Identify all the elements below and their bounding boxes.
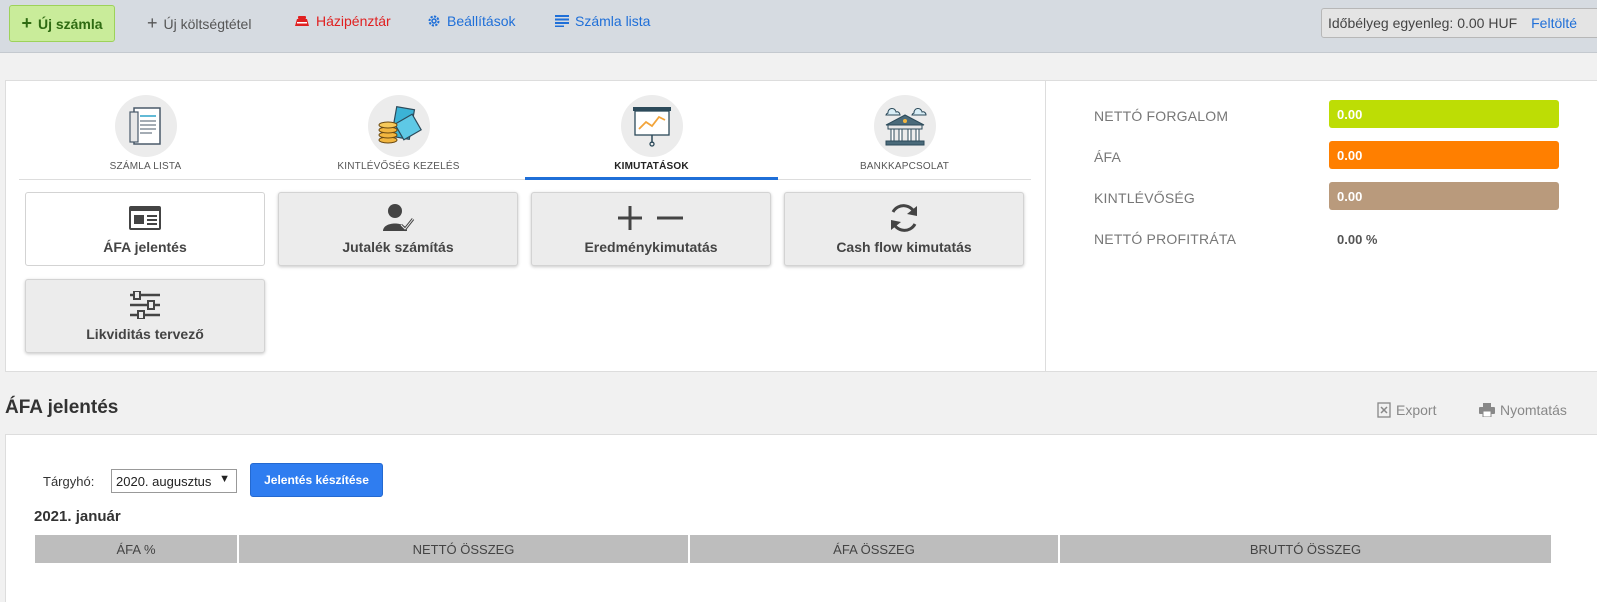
list-icon [555,15,569,27]
settings-label: Beállítások [447,13,516,29]
dashboard-card: SZÁMLA LISTA KINTLÉVŐSÉG KEZELÉS KIMUTAT… [5,80,1597,372]
report-period-title: 2021. január [34,508,121,525]
income-statement-tile[interactable]: Eredménykimutatás [531,192,771,266]
cash-flow-tile[interactable]: Cash flow kimutatás [784,192,1024,266]
module-tabs: SZÁMLA LISTA KINTLÉVŐSÉG KEZELÉS KIMUTAT… [19,81,1031,180]
cashbox-label: Házipénztár [316,13,391,29]
reports-icon [620,95,683,157]
newspaper-icon [129,203,161,233]
new-invoice-label: Új számla [37,15,103,32]
period-select[interactable]: 2020. augusztus ▼ [111,469,237,493]
new-cost-button[interactable]: + Új költségtétel [147,13,251,34]
excel-file-icon [1377,402,1391,418]
tab-label: KIMUTATÁSOK [614,161,689,172]
user-check-icon [381,203,415,233]
vat-label: ÁFA [1094,149,1122,165]
tile-label: ÁFA jelentés [103,239,187,255]
tab-bank-connection[interactable]: BANKKAPCSOLAT [778,81,1031,180]
tile-label: Cash flow kimutatás [836,239,972,255]
settings-button[interactable]: Beállítások [427,13,515,29]
print-button[interactable]: Nyomtatás [1479,402,1567,418]
balance-text: Időbélyeg egyenleg: 0.00 HUF [1328,15,1518,31]
column-header: ÁFA ÖSSZEG [690,535,1060,563]
tab-label: BANKKAPCSOLAT [859,161,950,172]
tab-reports[interactable]: KIMUTATÁSOK [525,81,778,180]
period-label: Tárgyhó: [43,474,95,489]
section-title: ÁFA jelentés [5,397,119,418]
print-label: Nyomtatás [1500,402,1567,418]
new-invoice-button[interactable]: + Új számla [9,5,115,42]
net-turnover-value: 0.00 [1329,100,1559,128]
printer-icon [1479,403,1495,417]
caret-down-icon: ▼ [219,473,230,485]
receivables-icon [367,95,430,157]
net-profit-rate-value: 0.00 % [1337,232,1378,247]
cashbox-button[interactable]: Házipénztár [294,13,391,29]
plus-icon: + [21,13,32,33]
refresh-icon [887,203,921,233]
modules-panel: SZÁMLA LISTA KINTLÉVŐSÉG KEZELÉS KIMUTAT… [6,81,1045,371]
gear-icon [428,15,440,27]
column-header: ÁFA % [35,535,239,563]
invoice-list-icon [114,95,177,157]
vat-value: 0.00 [1329,141,1559,169]
receivables-label: KINTLÉVŐSÉG [1094,190,1196,206]
tile-label: Eredménykimutatás [584,239,718,255]
column-header: NETTÓ ÖSSZEG [239,535,690,563]
top-toolbar: + Új számla + Új költségtétel Házipénztá… [0,0,1597,53]
receivables-value: 0.00 [1329,182,1559,210]
liquidity-planner-tile[interactable]: Likviditás tervező [25,279,265,353]
generate-report-button[interactable]: Jelentés készítése [250,463,383,497]
tab-receivables[interactable]: KINTLÉVŐSÉG KEZELÉS [272,81,525,180]
bank-icon [873,95,936,157]
tile-label: Jutalék számítás [342,239,454,255]
net-turnover-label: NETTÓ FORGALOM [1094,108,1229,124]
vat-table-header: ÁFA % NETTÓ ÖSSZEG ÁFA ÖSSZEG BRUTTÓ ÖSS… [35,535,1551,563]
column-header: BRUTTÓ ÖSSZEG [1060,535,1551,563]
tab-label: KINTLÉVŐSÉG KEZELÉS [337,161,460,172]
plus-icon: + [147,13,158,33]
tile-label: Likviditás tervező [86,326,204,342]
vat-report-tile[interactable]: ÁFA jelentés [25,192,265,266]
tab-invoice-list[interactable]: SZÁMLA LISTA [19,81,272,180]
new-cost-label: Új költségtétel [163,15,252,32]
invoice-list-button[interactable]: Számla lista [555,13,650,29]
cashbox-icon [295,16,309,26]
invoice-list-label: Számla lista [575,13,651,29]
timestamp-balance: Időbélyeg egyenleg: 0.00 HUF Feltölté [1321,8,1597,38]
report-panel: Tárgyhó: 2020. augusztus ▼ Jelentés kész… [5,434,1597,602]
period-value: 2020. augusztus [116,473,212,489]
sliders-icon [128,290,162,320]
summary-panel: NETTÓ FORGALOM 0.00 ÁFA 0.00 KINTLÉVŐSÉG… [1045,81,1597,371]
commission-tile[interactable]: Jutalék számítás [278,192,518,266]
export-button[interactable]: Export [1377,402,1436,418]
topup-link[interactable]: Feltölté [1531,15,1577,31]
tab-label: SZÁMLA LISTA [109,161,182,172]
net-profit-rate-label: NETTÓ PROFITRÁTA [1094,231,1237,247]
plus-minus-icon [617,203,685,233]
export-label: Export [1396,402,1437,418]
